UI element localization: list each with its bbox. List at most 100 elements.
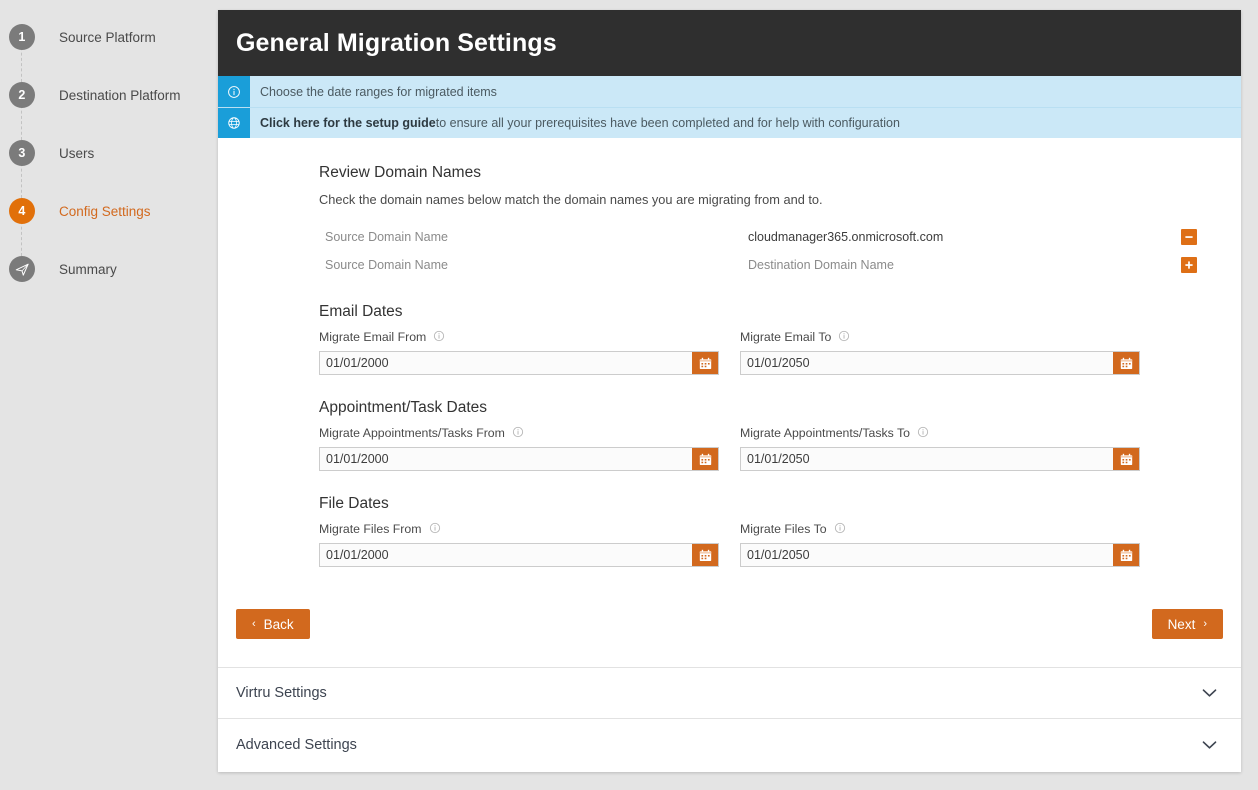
date-column-from: Migrate Email From — [319, 327, 719, 375]
paper-plane-icon — [9, 256, 35, 282]
sidebar-step-label: Config Settings — [59, 204, 151, 219]
date-columns: Migrate Email From — [319, 327, 1199, 375]
field-label-migrate-appointments-from: Migrate Appointments/Tasks From — [319, 423, 719, 443]
date-input-group — [319, 447, 719, 471]
plus-icon — [1184, 260, 1194, 270]
info-bar-text: Choose the date ranges for migrated item… — [250, 76, 497, 107]
add-domain-button[interactable] — [1181, 257, 1197, 273]
migrate-appointments-to-input[interactable] — [741, 448, 1113, 470]
calendar-picker-button[interactable] — [1113, 544, 1139, 566]
date-input-group — [740, 351, 1140, 375]
field-label-migrate-email-from: Migrate Email From — [319, 327, 719, 347]
date-column-from: Migrate Files From — [319, 519, 719, 567]
calendar-picker-button[interactable] — [1113, 448, 1139, 470]
domain-row: Source Domain Name cloudmanager365.onmic… — [319, 223, 1199, 251]
next-button-label: Next — [1168, 617, 1196, 632]
calendar-icon — [699, 357, 712, 370]
minus-icon — [1184, 232, 1194, 242]
settings-content: Review Domain Names Check the domain nam… — [218, 138, 1241, 770]
step-number-badge: 3 — [9, 140, 35, 166]
migration-wizard-page: 1 Source Platform 2 Destination Platform… — [0, 0, 1258, 790]
back-button-label: Back — [264, 617, 294, 632]
step-number-badge: 4 — [9, 198, 35, 224]
info-circle-icon[interactable] — [512, 426, 524, 441]
destination-domain-name-field[interactable]: Destination Domain Name — [748, 258, 1181, 272]
date-column-to: Migrate Files To — [740, 519, 1140, 567]
calendar-picker-button[interactable] — [692, 544, 718, 566]
sidebar-step-destination-platform[interactable]: 2 Destination Platform — [0, 66, 218, 124]
calendar-icon — [1120, 453, 1133, 466]
chevron-down-icon[interactable] — [1202, 738, 1217, 752]
domain-row: Source Domain Name Destination Domain Na… — [319, 251, 1199, 279]
calendar-icon — [699, 549, 712, 562]
field-label-text: Migrate Files From — [319, 522, 422, 536]
info-bar-rest-text: to ensure all your prerequisites have be… — [436, 116, 900, 130]
next-button[interactable]: Next › — [1152, 609, 1223, 639]
field-label-text: Migrate Appointments/Tasks To — [740, 426, 910, 440]
calendar-icon — [699, 453, 712, 466]
step-number-badge: 1 — [9, 24, 35, 50]
sidebar-step-summary[interactable]: Summary — [0, 240, 218, 298]
panel-header: General Migration Settings — [218, 10, 1241, 76]
info-bar-text: Click here for the setup guide to ensure… — [250, 108, 900, 138]
sidebar-step-label: Destination Platform — [59, 88, 181, 103]
date-column-to: Migrate Email To — [740, 327, 1140, 375]
calendar-picker-button[interactable] — [1113, 352, 1139, 374]
settings-content-inner: Review Domain Names Check the domain nam… — [218, 164, 1241, 567]
migrate-email-to-input[interactable] — [741, 352, 1113, 374]
remove-domain-button[interactable] — [1181, 229, 1197, 245]
date-columns: Migrate Files From — [319, 519, 1199, 567]
info-circle-icon[interactable] — [834, 522, 846, 537]
migrate-files-to-input[interactable] — [741, 544, 1113, 566]
date-input-group — [319, 543, 719, 567]
sidebar-step-source-platform[interactable]: 1 Source Platform — [0, 8, 218, 66]
info-circle-icon — [218, 76, 250, 107]
migrate-files-from-input[interactable] — [320, 544, 692, 566]
date-input-group — [740, 447, 1140, 471]
date-group-appointments-tasks: Appointment/Task Dates Migrate Appointme… — [319, 399, 1199, 471]
field-label-migrate-email-to: Migrate Email To — [740, 327, 1140, 347]
section-title-email-dates: Email Dates — [319, 303, 1199, 321]
calendar-picker-button[interactable] — [692, 352, 718, 374]
section-title-file-dates: File Dates — [319, 495, 1199, 513]
info-bar-date-ranges: Choose the date ranges for migrated item… — [218, 76, 1241, 107]
field-label-text: Migrate Email From — [319, 330, 426, 344]
sidebar-step-users[interactable]: 3 Users — [0, 124, 218, 182]
chevron-down-icon[interactable] — [1202, 686, 1217, 700]
globe-icon — [218, 108, 250, 138]
section-title-review-domain-names: Review Domain Names — [319, 164, 1199, 182]
sidebar-step-config-settings[interactable]: 4 Config Settings — [0, 182, 218, 240]
field-label-text: Migrate Email To — [740, 330, 831, 344]
field-label-migrate-files-from: Migrate Files From — [319, 519, 719, 539]
field-label-migrate-appointments-to: Migrate Appointments/Tasks To — [740, 423, 1140, 443]
sidebar-step-label: Summary — [59, 262, 117, 277]
back-button[interactable]: ‹ Back — [236, 609, 310, 639]
destination-domain-name-field[interactable]: cloudmanager365.onmicrosoft.com — [748, 230, 1181, 244]
setup-guide-link[interactable]: Click here for the setup guide — [260, 116, 436, 130]
info-circle-icon[interactable] — [433, 330, 445, 345]
settings-accordions: Virtru Settings Advanced Settings — [218, 667, 1241, 770]
date-column-from: Migrate Appointments/Tasks From — [319, 423, 719, 471]
step-number-badge: 2 — [9, 82, 35, 108]
field-label-migrate-files-to: Migrate Files To — [740, 519, 1140, 539]
date-group-email: Email Dates Migrate Email From — [319, 303, 1199, 375]
info-circle-icon[interactable] — [917, 426, 929, 441]
section-title-appointment-task-dates: Appointment/Task Dates — [319, 399, 1199, 417]
migrate-email-from-input[interactable] — [320, 352, 692, 374]
field-label-text: Migrate Appointments/Tasks From — [319, 426, 505, 440]
info-circle-icon[interactable] — [838, 330, 850, 345]
accordion-virtru-settings[interactable]: Virtru Settings — [218, 668, 1241, 719]
migrate-appointments-from-input[interactable] — [320, 448, 692, 470]
accordion-title: Virtru Settings — [236, 685, 327, 701]
calendar-picker-button[interactable] — [692, 448, 718, 470]
accordion-advanced-settings[interactable]: Advanced Settings — [218, 719, 1241, 770]
wizard-steps-sidebar: 1 Source Platform 2 Destination Platform… — [0, 0, 218, 790]
calendar-icon — [1120, 357, 1133, 370]
source-domain-name-field[interactable]: Source Domain Name — [325, 230, 748, 244]
section-description-domains: Check the domain names below match the d… — [319, 192, 1199, 207]
sidebar-step-label: Source Platform — [59, 30, 156, 45]
source-domain-name-field[interactable]: Source Domain Name — [325, 258, 748, 272]
info-circle-icon[interactable] — [429, 522, 441, 537]
date-input-group — [319, 351, 719, 375]
wizard-step-list: 1 Source Platform 2 Destination Platform… — [0, 0, 218, 298]
